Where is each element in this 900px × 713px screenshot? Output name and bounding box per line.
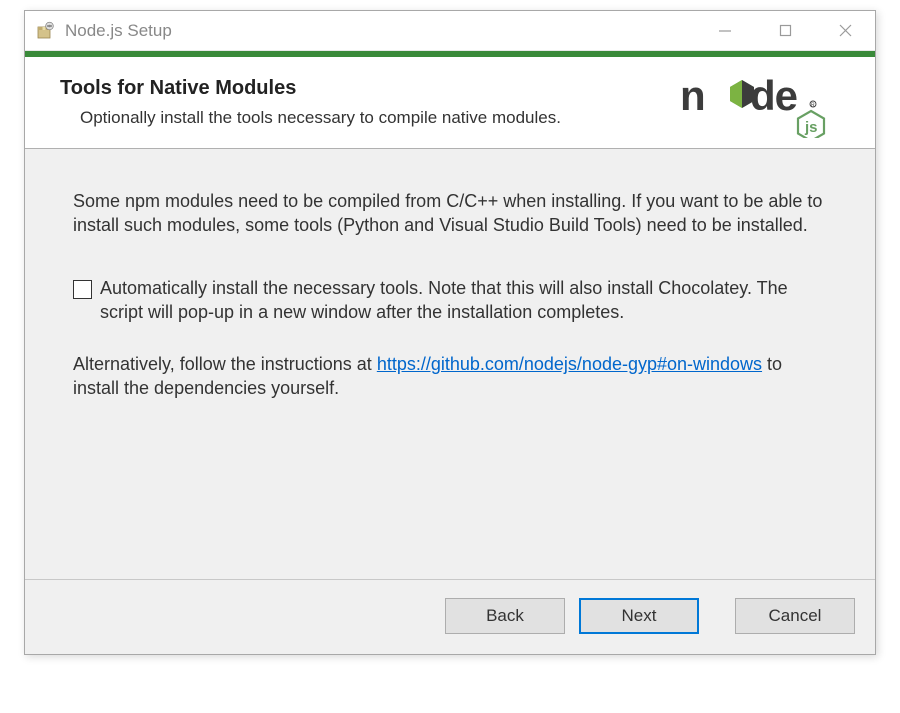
alt-prefix: Alternatively, follow the instructions a… [73,354,377,374]
next-button[interactable]: Next [579,598,699,634]
close-button[interactable] [815,11,875,50]
alternative-instructions: Alternatively, follow the instructions a… [73,352,827,401]
auto-install-checkbox[interactable] [73,280,92,299]
maximize-button[interactable] [755,11,815,50]
intro-paragraph: Some npm modules need to be compiled fro… [73,189,827,238]
header-text-block: Tools for Native Modules Optionally inst… [60,77,680,128]
svg-text:R: R [811,102,815,108]
svg-text:js: js [804,119,818,136]
content-area: Some npm modules need to be compiled fro… [25,149,875,579]
window-title: Node.js Setup [65,21,695,41]
installer-window: Node.js Setup Tools for Native Modules O… [24,10,876,655]
svg-text:n: n [680,72,705,119]
window-controls [695,11,875,50]
svg-text:de: de [750,72,797,119]
page-subtitle: Optionally install the tools necessary t… [60,108,680,128]
auto-install-label[interactable]: Automatically install the necessary tool… [100,276,827,325]
footer-button-bar: Back Next Cancel [25,579,875,654]
page-title: Tools for Native Modules [60,77,680,100]
node-gyp-link[interactable]: https://github.com/nodejs/node-gyp#on-wi… [377,354,762,374]
auto-install-option: Automatically install the necessary tool… [73,276,827,325]
minimize-button[interactable] [695,11,755,50]
header-section: Tools for Native Modules Optionally inst… [25,57,875,149]
back-button[interactable]: Back [445,598,565,634]
node-logo: n de R js [680,65,855,140]
titlebar: Node.js Setup [25,11,875,51]
installer-icon [35,21,55,41]
cancel-button[interactable]: Cancel [735,598,855,634]
